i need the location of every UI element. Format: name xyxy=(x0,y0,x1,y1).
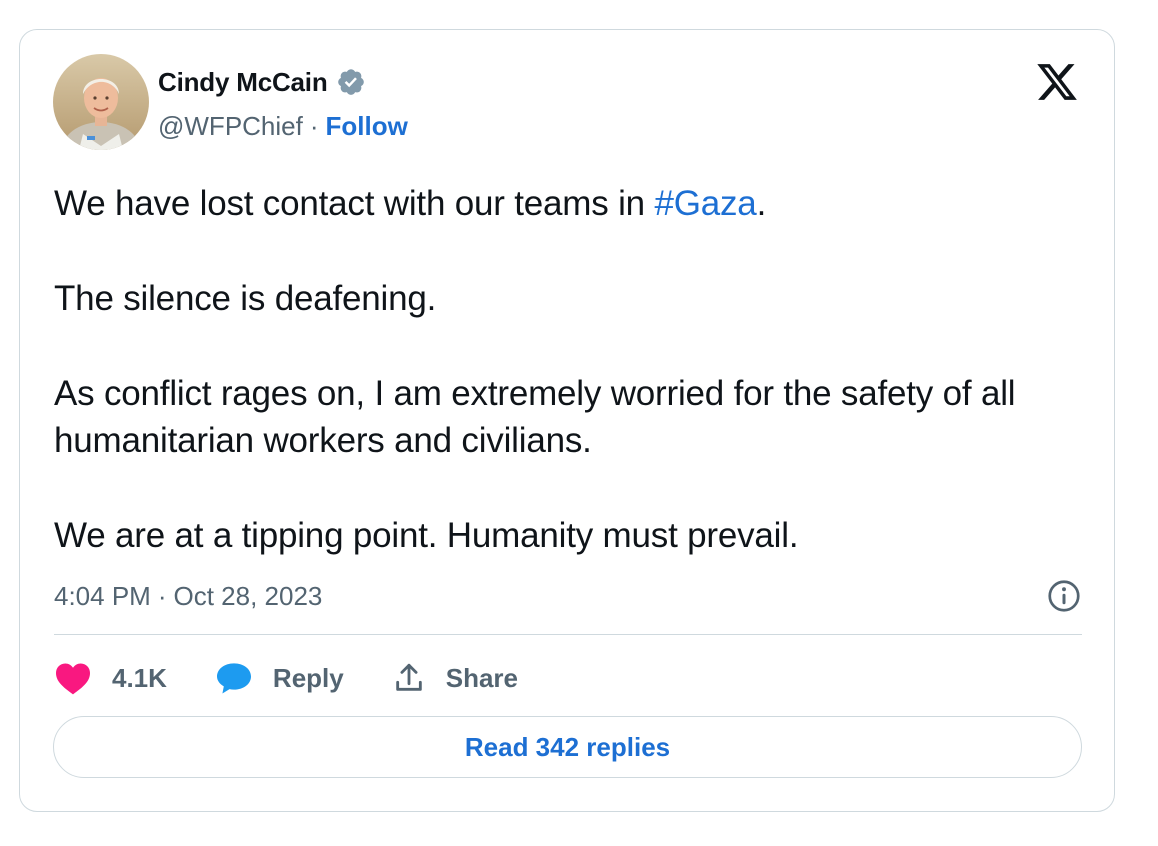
follow-button[interactable]: Follow xyxy=(326,111,408,142)
timestamp-separator: · xyxy=(157,580,167,611)
share-label: Share xyxy=(445,662,518,693)
reply-button[interactable]: Reply xyxy=(215,661,344,695)
author-name-row: Cindy McCain xyxy=(158,66,366,98)
tweet-paragraph-3: As conflict rages on, I am extremely wor… xyxy=(54,374,1016,460)
tweet-text-segment: We have lost contact with our teams in xyxy=(54,184,655,223)
reply-label: Reply xyxy=(272,662,344,693)
tweet-embed-card: Cindy McCain @WFPChief · Follow We have … xyxy=(19,29,1115,812)
verified-badge-icon xyxy=(336,67,366,97)
tweet-paragraph-4: We are at a tipping point. Humanity must… xyxy=(54,516,799,555)
avatar[interactable] xyxy=(53,54,149,150)
share-button[interactable]: Share xyxy=(392,661,518,695)
x-logo-icon[interactable] xyxy=(1034,60,1080,104)
share-upload-icon xyxy=(392,661,426,695)
like-count: 4.1K xyxy=(112,662,167,693)
heart-icon xyxy=(54,661,92,695)
hashtag-link[interactable]: #Gaza xyxy=(654,184,756,223)
handle-separator: · xyxy=(309,110,319,141)
avatar-photo xyxy=(53,54,149,150)
tweet-paragraph-1: We have lost contact with our teams in #… xyxy=(54,180,1084,227)
action-bar: 4.1K Reply Share xyxy=(54,658,566,698)
speech-bubble-icon xyxy=(215,661,253,695)
author-handle[interactable]: @WFPChief xyxy=(158,111,303,142)
tweet-paragraph-2: The silence is deafening. xyxy=(54,279,437,318)
author-name[interactable]: Cindy McCain xyxy=(158,67,328,98)
timestamp[interactable]: 4:04 PM · Oct 28, 2023 xyxy=(54,580,322,612)
divider xyxy=(54,634,1082,635)
handle-row: @WFPChief · Follow xyxy=(158,110,408,142)
like-button[interactable]: 4.1K xyxy=(54,661,167,695)
info-icon[interactable] xyxy=(1046,578,1082,614)
read-replies-button[interactable]: Read 342 replies xyxy=(53,716,1082,778)
tweet-date: Oct 28, 2023 xyxy=(173,580,323,611)
tweet-time: 4:04 PM xyxy=(54,580,151,611)
tweet-text-segment: . xyxy=(756,184,767,223)
tweet-text: We have lost contact with our teams in #… xyxy=(54,180,1084,559)
